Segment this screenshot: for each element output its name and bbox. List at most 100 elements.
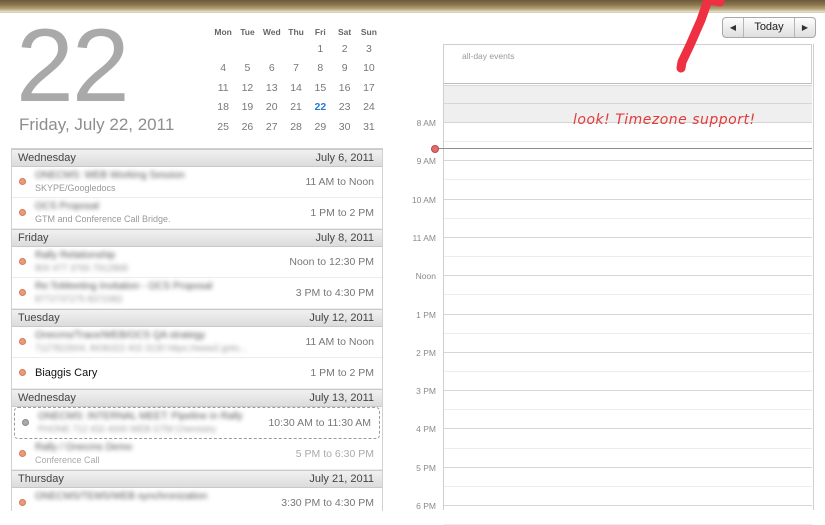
event-location: 7127822604, 8436322 402 3130 https://www…	[35, 343, 247, 353]
weekday-header: Mon	[214, 27, 232, 37]
half-hour-gridline	[444, 485, 812, 487]
calendar-day[interactable]: 23	[332, 98, 356, 118]
next-day-button[interactable]: ▶	[794, 18, 815, 37]
event-location: Conference Call	[35, 455, 100, 465]
calendar-day[interactable]: 30	[332, 117, 356, 137]
calendar-day[interactable]: 16	[332, 78, 356, 98]
day-number: 22	[16, 8, 130, 124]
half-hour-gridline	[444, 370, 812, 372]
calendar-day[interactable]: 15	[308, 78, 332, 98]
calendar-day[interactable]: 9	[332, 59, 356, 79]
half-hour-gridline	[444, 217, 812, 219]
agenda-event[interactable]: ONECMS: WEB Working Session SKYPE/Googled…	[12, 167, 382, 198]
half-hour-gridline	[444, 256, 812, 258]
calendar-day[interactable]: 29	[308, 117, 332, 137]
calendar-day[interactable]: 28	[284, 117, 308, 137]
event-title: Re:ToMeeting Invitation - OCS Proposal	[35, 281, 213, 292]
agenda-day-header: Thursday July 21, 2011	[12, 470, 382, 488]
calendar-color-dot-icon	[19, 369, 26, 376]
calendar-day[interactable]: 26	[235, 117, 259, 137]
half-hour-gridline	[444, 294, 812, 296]
event-location: SKYPE/Googledocs	[35, 183, 116, 193]
agenda-event[interactable]: ONECMS/TEMS/WEB synchronization 3:30 PM t…	[12, 488, 382, 511]
agenda-event[interactable]: ONECMS: INTERNAL MEET: Pipeline in Rally…	[14, 407, 380, 439]
event-time: 1 PM to 2 PM	[310, 207, 374, 219]
agenda-list[interactable]: Wednesday July 6, 2011 ONECMS: WEB Working…	[11, 148, 383, 511]
hour-label: 9 AM	[416, 156, 436, 167]
event-title: Rally / Onecms Demo	[35, 442, 133, 453]
event-time: Noon to 12:30 PM	[289, 256, 374, 268]
agenda-date: July 21, 2011	[309, 473, 374, 485]
calendar-day[interactable]: 4	[211, 59, 235, 79]
event-time: 11 AM to Noon	[305, 176, 374, 188]
hour-gridline	[444, 198, 812, 200]
calendar-color-dot-icon	[19, 178, 26, 185]
calendar-day[interactable]: 10	[357, 59, 381, 79]
calendar-day[interactable]: 27	[260, 117, 284, 137]
hour-label: 11 AM	[412, 232, 436, 243]
calendar-day[interactable]: 5	[235, 59, 259, 79]
agenda-event[interactable]: Re:ToMeeting Invitation - OCS Proposal 87…	[12, 278, 382, 309]
calendar-day[interactable]: 2	[332, 39, 356, 59]
agenda-event[interactable]: OCS Proposal GTM and Conference Call Brid…	[12, 198, 382, 229]
weekday-header: Tue	[240, 27, 255, 37]
calendar-day	[235, 39, 259, 59]
calendar-day[interactable]: 20	[260, 98, 284, 118]
calendar-day-selected[interactable]: 22	[308, 98, 332, 118]
all-day-events-label: all-day events	[462, 51, 515, 61]
event-title: Rally Relationship	[35, 250, 116, 261]
event-location: GTM and Conference Call Bridge.	[35, 214, 171, 224]
agenda-event[interactable]: Rally Relationship 800 477 3765 7912868 No…	[12, 247, 382, 278]
agenda-event[interactable]: Biaggis Cary 1 PM to 2 PM	[12, 358, 382, 389]
hour-gridline	[444, 505, 812, 506]
weekday-header: Sun	[360, 27, 377, 37]
calendar-day[interactable]: 11	[211, 78, 235, 98]
agenda-day-header: Wednesday July 13, 2011	[12, 389, 382, 407]
all-day-events-area[interactable]	[443, 44, 812, 84]
agenda-weekday: Wednesday	[18, 392, 76, 404]
event-title: Onecms/Trace/WEB/OCS QA strategy	[35, 330, 206, 341]
calendar-day[interactable]: 1	[308, 39, 332, 59]
calendar-day[interactable]: 14	[284, 78, 308, 98]
calendar-day[interactable]: 8	[308, 59, 332, 79]
calendar-day[interactable]: 3	[357, 39, 381, 59]
hour-label: Noon	[415, 271, 436, 282]
calendar-day	[260, 39, 284, 59]
agenda-day-header: Friday July 8, 2011	[12, 229, 382, 247]
agenda-day-header: Wednesday July 6, 2011	[12, 149, 382, 167]
hour-gridline	[444, 275, 812, 277]
mini-calendar: Mon Tue Wed Thu Fri Sat Sun 1 2 3 4 5 6 7 8 9 10 11 12 13 1…	[211, 25, 381, 137]
calendar-day[interactable]: 6	[260, 59, 284, 79]
hour-gridline	[444, 313, 812, 315]
calendar-day[interactable]: 13	[260, 78, 284, 98]
agenda-event[interactable]: Rally / Onecms Demo Conference Call 5 PM t…	[12, 439, 382, 470]
calendar-day[interactable]: 24	[357, 98, 381, 118]
calendar-day[interactable]: 17	[357, 78, 381, 98]
agenda-weekday: Tuesday	[18, 312, 60, 324]
calendar-day[interactable]: 21	[284, 98, 308, 118]
calendar-day[interactable]: 7	[284, 59, 308, 79]
event-location: 8772737275 8372382	[35, 294, 123, 304]
current-time-line	[436, 148, 812, 149]
calendar-day[interactable]: 18	[211, 98, 235, 118]
event-time: 3:30 PM to 4:30 PM	[281, 497, 374, 509]
calendar-color-dot-icon	[19, 289, 26, 296]
calendar-day[interactable]: 19	[235, 98, 259, 118]
event-location: PHONE 712 432 4000 WEB GTM Chemistry	[38, 424, 217, 434]
weekday-header: Sat	[338, 27, 352, 37]
event-title: ONECMS: WEB Working Session	[35, 170, 185, 181]
hour-gridline	[444, 160, 812, 162]
hour-label: 4 PM	[416, 424, 436, 435]
calendar-day[interactable]: 25	[211, 117, 235, 137]
hour-gridline	[444, 428, 812, 430]
today-button[interactable]: Today	[744, 18, 794, 37]
hour-label: 1 PM	[416, 309, 436, 320]
hour-gridline	[444, 103, 812, 104]
hour-gridline	[444, 236, 812, 238]
agenda-event[interactable]: Onecms/Trace/WEB/OCS QA strategy 71278226…	[12, 327, 382, 358]
event-time: 1 PM to 2 PM	[310, 367, 374, 379]
calendar-color-dot-icon	[19, 450, 26, 457]
agenda-date: July 12, 2011	[309, 312, 374, 324]
hour-label: 8 AM	[416, 118, 436, 128]
calendar-day[interactable]: 12	[235, 78, 259, 98]
